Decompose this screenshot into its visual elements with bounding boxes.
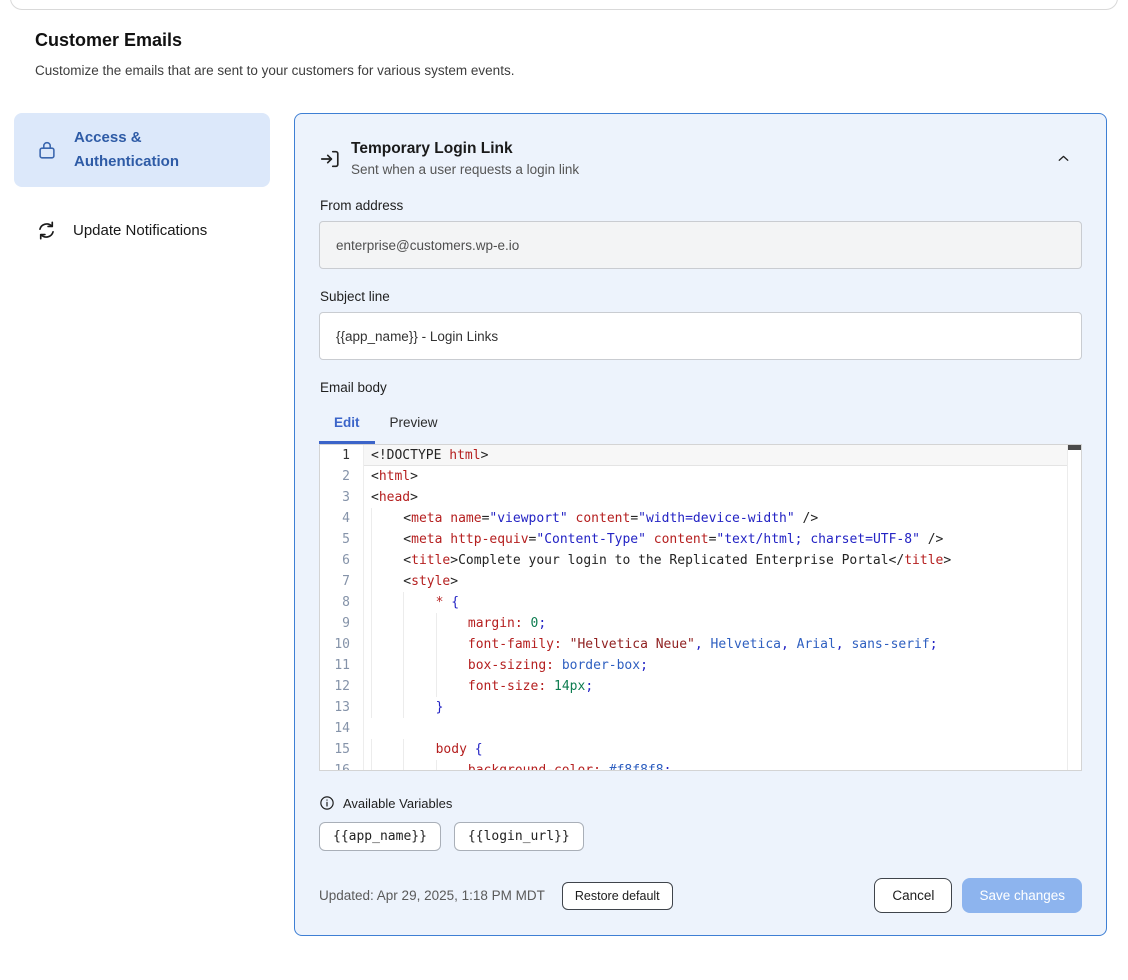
panel-footer: Updated: Apr 29, 2025, 1:18 PM MDT Resto… xyxy=(319,878,1082,913)
available-variables-label: Available Variables xyxy=(343,796,452,811)
from-address-input[interactable] xyxy=(319,221,1082,269)
email-body-tabs: Edit Preview xyxy=(319,407,1082,444)
code-line[interactable]: <meta http-equiv="Content-Type" content=… xyxy=(371,529,1081,550)
code-lines[interactable]: <!DOCTYPE html><html><head><meta name="v… xyxy=(364,445,1081,770)
save-changes-button[interactable]: Save changes xyxy=(962,878,1082,913)
code-line[interactable]: font-size: 14px; xyxy=(371,676,1081,697)
settings-sidebar: Access & Authentication Update Notificat… xyxy=(14,113,270,254)
panel-header: Temporary Login Link Sent when a user re… xyxy=(319,138,1082,180)
code-line[interactable]: } xyxy=(371,697,1081,718)
code-line[interactable]: <meta name="viewport" content="width=dev… xyxy=(371,508,1081,529)
scrollbar-thumb[interactable] xyxy=(1068,445,1081,450)
code-line[interactable]: font-family: "Helvetica Neue", Helvetica… xyxy=(371,634,1081,655)
from-address-label: From address xyxy=(320,198,1082,213)
lock-icon xyxy=(36,138,58,162)
editor-gutter: 12345678910111213141516 xyxy=(320,445,364,770)
tab-preview[interactable]: Preview xyxy=(375,407,453,444)
panel-title: Temporary Login Link xyxy=(351,138,579,160)
available-variables-section: Available Variables {{app_name}} {{login… xyxy=(319,795,1082,851)
code-line[interactable]: background-color: #f8f8f8; xyxy=(371,760,1081,770)
variable-chip-app-name[interactable]: {{app_name}} xyxy=(319,822,441,851)
code-line[interactable]: margin: 0; xyxy=(371,613,1081,634)
code-line[interactable]: box-sizing: border-box; xyxy=(371,655,1081,676)
tab-edit[interactable]: Edit xyxy=(319,407,375,444)
code-line[interactable]: <!DOCTYPE html> xyxy=(364,445,1081,466)
page-header: Customer Emails Customize the emails tha… xyxy=(0,0,1128,78)
code-line[interactable]: <title>Complete your login to the Replic… xyxy=(371,550,1081,571)
info-icon xyxy=(319,795,335,811)
sidebar-item-label: Update Notifications xyxy=(73,222,207,239)
email-body-label: Email body xyxy=(320,380,1082,395)
code-line[interactable]: * { xyxy=(371,592,1081,613)
code-line[interactable]: <html> xyxy=(371,466,1081,487)
code-line[interactable]: body { xyxy=(371,739,1081,760)
code-editor[interactable]: 12345678910111213141516 <!DOCTYPE html><… xyxy=(319,444,1082,771)
page-subtitle: Customize the emails that are sent to yo… xyxy=(35,63,1093,78)
sidebar-item-update-notifications[interactable]: Update Notifications xyxy=(14,207,270,254)
email-settings-panel: Temporary Login Link Sent when a user re… xyxy=(294,113,1107,936)
login-icon xyxy=(319,148,341,170)
subject-line-label: Subject line xyxy=(320,289,1082,304)
sync-icon xyxy=(36,220,57,241)
code-line[interactable]: <head> xyxy=(371,487,1081,508)
sidebar-item-label: Access & Authentication xyxy=(74,126,204,174)
updated-timestamp: Updated: Apr 29, 2025, 1:18 PM MDT xyxy=(319,888,545,903)
previous-card-edge xyxy=(10,0,1118,10)
collapse-button[interactable] xyxy=(1051,146,1076,171)
editor-scrollbar[interactable] xyxy=(1067,445,1081,770)
page-title: Customer Emails xyxy=(35,30,1093,51)
code-line[interactable] xyxy=(371,718,1081,739)
variable-chip-login-url[interactable]: {{login_url}} xyxy=(454,822,584,851)
chevron-up-icon xyxy=(1055,150,1072,167)
subject-line-input[interactable] xyxy=(319,312,1082,360)
code-line[interactable]: <style> xyxy=(371,571,1081,592)
cancel-button[interactable]: Cancel xyxy=(874,878,952,913)
restore-default-button[interactable]: Restore default xyxy=(562,882,673,910)
panel-subtitle: Sent when a user requests a login link xyxy=(351,160,579,180)
sidebar-item-access-authentication[interactable]: Access & Authentication xyxy=(14,113,270,187)
